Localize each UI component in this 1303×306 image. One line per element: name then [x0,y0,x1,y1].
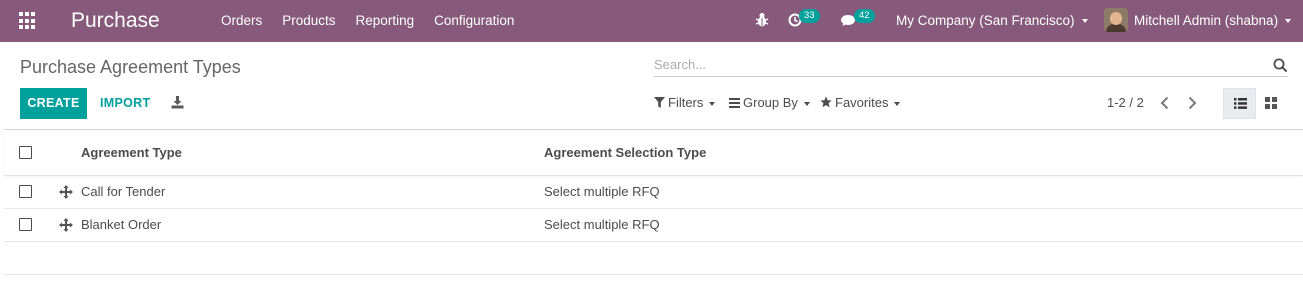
user-name: Mitchell Admin (shabna) [1134,13,1279,28]
kanban-view-button[interactable] [1256,88,1286,119]
import-button[interactable]: IMPORT [100,88,150,119]
drag-handle-icon[interactable] [59,218,73,232]
filters-dropdown[interactable]: Filters [654,94,716,112]
list-view-icon [1234,98,1247,109]
chevron-left-icon[interactable] [1159,96,1171,110]
download-icon[interactable] [171,96,184,109]
group-by-icon [729,98,740,108]
chevron-down-icon [1081,19,1088,24]
group-by-dropdown[interactable]: Group By [729,94,810,112]
column-agreement-type[interactable]: Agreement Type [81,145,182,161]
agreement-type-cell: Call for Tender [81,184,166,199]
app-title[interactable]: Purchase [71,7,160,34]
empty-row [4,275,1303,306]
activity-count-badge: 33 [799,9,820,23]
table-row[interactable]: Blanket Order Select multiple RFQ [4,209,1303,242]
menu-orders[interactable]: Orders [211,0,272,42]
menu-reporting[interactable]: Reporting [346,0,425,42]
select-all-checkbox[interactable] [19,146,32,159]
company-switcher[interactable]: My Company (San Francisco) [896,0,1088,42]
chevron-right-icon[interactable] [1186,96,1198,110]
kanban-view-icon [1265,97,1277,109]
pager-value[interactable]: 1-2 / 2 [1107,95,1144,111]
apps-icon[interactable] [19,12,37,30]
agreement-selection-cell: Select multiple RFQ [544,184,660,199]
row-checkbox[interactable] [19,218,32,231]
messaging-button[interactable]: 42 [840,9,876,32]
company-name: My Company (San Francisco) [896,13,1075,28]
filter-icon [654,97,665,108]
agreement-selection-cell: Select multiple RFQ [544,217,660,232]
group-by-label: Group By [743,95,798,110]
main-navbar: Purchase Orders Products Reporting Confi… [0,0,1303,42]
create-button[interactable]: CREATE [20,88,87,119]
activity-button[interactable]: 33 [788,9,822,32]
search-icon[interactable] [1273,58,1288,73]
page-title: Purchase Agreement Types [20,57,241,77]
menu-configuration[interactable]: Configuration [424,0,524,42]
top-menu: Orders Products Reporting Configuration [211,0,524,42]
column-agreement-selection-type[interactable]: Agreement Selection Type [544,145,706,161]
search-input[interactable] [654,54,1254,74]
agreement-type-cell: Blanket Order [81,217,162,232]
avatar [1104,8,1128,32]
message-count-badge: 42 [854,9,875,23]
empty-row [4,242,1303,275]
favorites-dropdown[interactable]: Favorites [820,94,901,112]
star-icon [820,96,832,108]
table-row[interactable]: Call for Tender Select multiple RFQ [4,176,1303,209]
filters-label: Filters [668,95,704,110]
bug-icon[interactable] [755,12,769,28]
favorites-label: Favorites [835,95,889,110]
list-view-button[interactable] [1223,88,1256,119]
chevron-down-icon [1285,19,1292,24]
search-bar [654,54,1288,77]
table-header: Agreement Type Agreement Selection Type [4,130,1303,176]
drag-handle-icon[interactable] [59,185,73,199]
list-table: Agreement Type Agreement Selection Type … [4,129,1303,306]
row-checkbox[interactable] [19,185,32,198]
menu-products[interactable]: Products [272,0,345,42]
